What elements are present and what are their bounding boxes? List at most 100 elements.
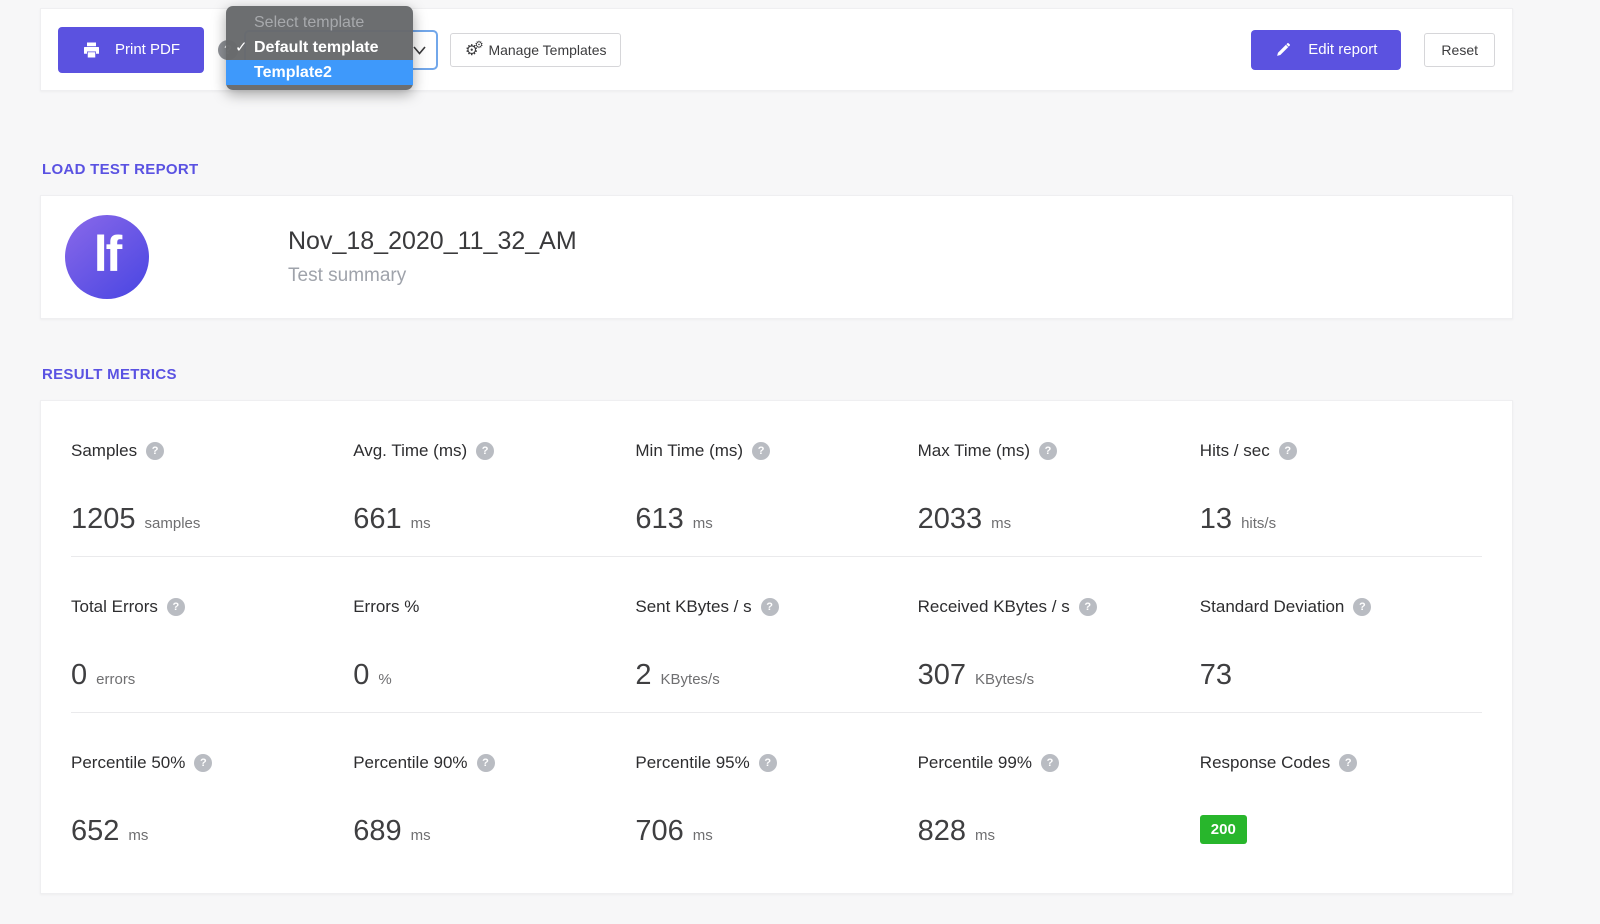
metric-unit: ms — [692, 827, 713, 844]
result-metrics-heading: RESULT METRICS — [42, 366, 177, 383]
report-subtitle: Test summary — [288, 265, 407, 286]
metric-errors-pct: Errors % 0% — [353, 597, 635, 692]
checkmark-icon: ✓ — [235, 39, 248, 56]
metric-max-time: Max Time (ms)? 2033 ms — [918, 441, 1200, 536]
metric-label: Percentile 50% — [71, 753, 186, 772]
metric-standard-deviation: Standard Deviation? 73 — [1200, 597, 1482, 692]
printer-icon — [84, 42, 99, 57]
metric-label: Percentile 95% — [635, 753, 750, 772]
metric-unit: hits/s — [1241, 515, 1277, 532]
metric-label: Samples — [71, 441, 138, 460]
metric-label: Received KBytes / s — [917, 597, 1070, 616]
dropdown-option-default-template[interactable]: ✓ Default template — [226, 35, 413, 60]
metric-percentile-95: Percentile 95%? 706 ms — [635, 753, 917, 848]
metric-unit: errors — [96, 671, 136, 688]
metric-label: Total Errors — [71, 597, 158, 616]
help-icon[interactable]: ? — [760, 598, 779, 616]
metric-percentile-90: Percentile 90%? 689 ms — [353, 753, 635, 848]
metric-value: 652 — [71, 815, 120, 847]
reset-label: Reset — [1441, 41, 1478, 58]
metric-unit: ms — [974, 827, 995, 844]
status-badge-200: 200 — [1199, 815, 1247, 844]
manage-templates-button[interactable]: ⚙⚙ Manage Templates — [450, 32, 622, 67]
metric-label: Percentile 90% — [353, 753, 468, 772]
help-icon[interactable]: ? — [1278, 442, 1297, 460]
metric-min-time: Min Time (ms)? 613 ms — [635, 441, 917, 536]
dropdown-option-template2[interactable]: Template2 — [226, 60, 413, 85]
metric-label: Hits / sec — [1199, 441, 1270, 460]
help-icon[interactable]: ? — [1078, 598, 1097, 616]
help-icon[interactable]: ? — [1038, 442, 1057, 460]
pencil-icon — [1277, 42, 1291, 56]
metric-unit: KBytes/s — [660, 671, 720, 688]
edit-report-button[interactable]: Edit report — [1251, 29, 1402, 70]
report-toolbar: Print PDF ? ⚙⚙ Manage Templates Edit rep… — [40, 6, 1513, 91]
help-icon[interactable]: ? — [476, 754, 495, 772]
metric-total-errors: Total Errors? 0 errors — [71, 597, 353, 692]
edit-report-label: Edit report — [1308, 41, 1378, 58]
metric-unit: ms — [128, 827, 149, 844]
metric-value: 1205 — [71, 503, 136, 535]
print-pdf-button[interactable]: Print PDF — [58, 26, 205, 73]
help-icon[interactable]: ? — [194, 754, 213, 772]
page-content: Print PDF ? ⚙⚙ Manage Templates Edit rep… — [40, 6, 1513, 894]
report-title: Nov_18_2020_11_32_AM — [288, 227, 577, 255]
metric-unit: ms — [410, 827, 431, 844]
metric-label: Errors % — [353, 597, 420, 616]
metric-unit: ms — [991, 515, 1012, 532]
dropdown-option-select-template: Select template — [254, 14, 365, 31]
metric-samples: Samples? 1205 samples — [71, 441, 353, 536]
metric-value: 661 — [353, 503, 402, 535]
metric-value: 0 — [71, 659, 88, 691]
metric-value: 828 — [917, 815, 966, 847]
metric-value: 613 — [635, 503, 684, 535]
metric-label: Percentile 99% — [917, 753, 1032, 772]
template-dropdown-menu: Select template ✓ Default template Templ… — [226, 6, 413, 90]
metric-label: Response Codes — [1199, 753, 1331, 772]
loadfocus-logo: lf — [65, 215, 149, 299]
metrics-row-3: Percentile 50%? 652 ms Percentile 90%? 68… — [71, 712, 1482, 893]
chevron-down-icon — [413, 45, 426, 55]
load-test-report-heading: LOAD TEST REPORT — [42, 161, 199, 178]
metric-hits-per-sec: Hits / sec? 13 hits/s — [1200, 441, 1482, 536]
metric-unit: KBytes/s — [974, 671, 1035, 688]
metric-value: 689 — [353, 815, 402, 847]
report-header-card: lf Nov_18_2020_11_32_AM Test summary — [40, 195, 1513, 319]
metric-label: Sent KBytes / s — [635, 597, 752, 616]
metric-unit: ms — [692, 515, 713, 532]
result-metrics-card: Samples? 1205 samples Avg. Time (ms)? 661… — [40, 400, 1513, 894]
help-icon[interactable]: ? — [758, 754, 777, 772]
manage-templates-label: Manage Templates — [488, 41, 607, 58]
metric-unit: % — [378, 671, 392, 688]
metrics-row-2: Total Errors? 0 errors Errors % 0% Sent K… — [71, 556, 1482, 712]
metric-label: Avg. Time (ms) — [353, 441, 468, 460]
metric-unit: samples — [144, 515, 201, 532]
metric-unit: ms — [410, 515, 431, 532]
metric-avg-time: Avg. Time (ms)? 661 ms — [353, 441, 635, 536]
metric-received-kbytes: Received KBytes / s? 307 KBytes/s — [918, 597, 1200, 692]
toolbar-right-group: Edit report Reset — [1251, 29, 1495, 70]
metric-value: 706 — [635, 815, 684, 847]
help-icon[interactable]: ? — [1339, 754, 1358, 772]
logo-text: lf — [93, 226, 123, 282]
metric-label: Min Time (ms) — [635, 441, 744, 460]
metric-percentile-50: Percentile 50%? 652 ms — [71, 753, 353, 848]
metrics-row-1: Samples? 1205 samples Avg. Time (ms)? 661… — [71, 401, 1482, 556]
metric-value: 73 — [1199, 659, 1233, 691]
reset-button[interactable]: Reset — [1424, 32, 1495, 67]
metric-value: 13 — [1199, 503, 1233, 535]
metric-label: Standard Deviation — [1199, 597, 1345, 616]
print-pdf-label: Print PDF — [115, 41, 181, 58]
help-icon[interactable]: ? — [476, 442, 495, 460]
metric-percentile-99: Percentile 99%? 828 ms — [918, 753, 1200, 848]
help-icon[interactable]: ? — [166, 598, 185, 616]
metric-response-codes: Response Codes? 200 — [1199, 753, 1482, 848]
metric-value: 0 — [353, 659, 370, 691]
help-icon[interactable]: ? — [752, 442, 771, 460]
help-icon[interactable]: ? — [1353, 598, 1372, 616]
metric-value: 2 — [635, 659, 652, 691]
metric-value: 2033 — [917, 503, 983, 535]
metric-sent-kbytes: Sent KBytes / s? 2 KBytes/s — [635, 597, 917, 692]
help-icon[interactable]: ? — [1040, 754, 1059, 772]
help-icon[interactable]: ? — [146, 442, 165, 460]
